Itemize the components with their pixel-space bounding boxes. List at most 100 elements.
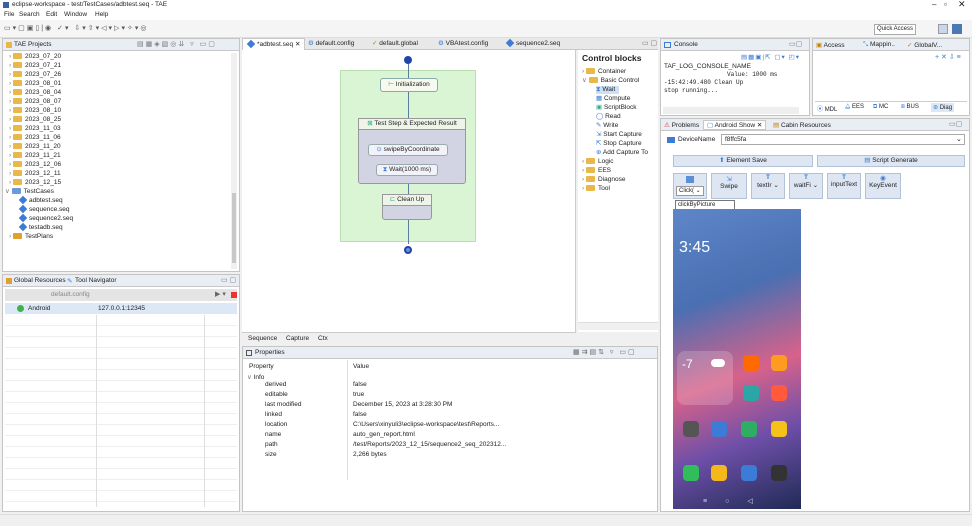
nav-bar[interactable]: ≡○◁ (703, 497, 771, 505)
editor-maximize-icon[interactable]: ▭ ▢ (642, 39, 657, 47)
messages-app-icon[interactable] (711, 465, 727, 481)
end-node[interactable] (404, 246, 412, 254)
tree-testplans[interactable]: › TestPlans (9, 233, 53, 241)
tab-mapping[interactable]: ⤡ Mappin.. (863, 41, 895, 49)
start-node[interactable] (404, 56, 412, 64)
console-toolbar-icons[interactable]: ▤▦▣|⇱ ▢▾ ◰▾ (741, 53, 800, 61)
console-hscroll[interactable] (663, 107, 799, 114)
tab-problems[interactable]: ⚠ Problems (664, 121, 699, 129)
projects-toolbar-icons[interactable]: ▤▦◈▧◎⇊ ▿ ▭▢ (137, 40, 217, 48)
calendar-app-icon[interactable] (771, 355, 787, 371)
minimize-icon[interactable]: – (932, 0, 936, 9)
control-read[interactable]: ◯ Read (596, 113, 621, 121)
prop-row[interactable]: name auto_gen_report.html (243, 431, 543, 439)
tree-file[interactable]: testadb.seq (18, 223, 63, 232)
tab-access[interactable]: ▣ Access (816, 41, 845, 49)
menu-window[interactable]: Window (64, 11, 87, 18)
toolbar-icons[interactable]: ▭▾▢▣▯|◉ ✓▾ ⇩▾⇧▾◁▾▷▾✧▾◎ (4, 24, 148, 32)
browser-app-icon[interactable] (741, 465, 757, 481)
tree-folder[interactable]: › 2023_08_01 (9, 80, 61, 88)
prop-row[interactable]: location C:\Users\xinyuli3\eclipse-worksp… (243, 421, 543, 429)
perspective-tae-icon[interactable] (952, 24, 962, 34)
tab-adbtest[interactable]: *adbtest.seq ✕ (242, 38, 306, 50)
tool-click[interactable]: Click( ⌄ (673, 173, 707, 199)
swipe-block[interactable]: ⊙ swipeByCoordinate (368, 144, 448, 156)
prop-row[interactable]: size 2,266 bytes (243, 451, 543, 459)
device-row[interactable]: Android 127.0.0.1:12345 (5, 303, 237, 314)
tab-globalv[interactable]: ✓ GlobalV... (907, 41, 942, 49)
cleanup-header[interactable]: ⊏ Clean Up (382, 194, 432, 206)
control-stop-capture[interactable]: ⇱ Stop Capture (596, 140, 642, 148)
tab-ees[interactable]: ⧋ EES (845, 104, 864, 111)
tab-global-resources[interactable]: Global Resources (14, 277, 66, 284)
menu-file[interactable]: File (4, 11, 14, 18)
control-tool[interactable]: › Tool (582, 185, 610, 193)
tree-folder[interactable]: › 2023_12_11 (9, 170, 61, 178)
compass-app-icon[interactable] (711, 421, 727, 437)
control-write[interactable]: ✎ Write (596, 122, 618, 130)
prop-row[interactable]: last modified December 15, 2023 at 3:28:3… (243, 401, 543, 409)
tab-capture[interactable]: Capture (286, 335, 309, 342)
view-menu-icon[interactable]: ▭ ▢ (221, 276, 236, 284)
tab-cabin[interactable]: ▤ Cabin Resources (773, 121, 831, 129)
tool-wait[interactable]: TwaitFi ⌄ (789, 173, 823, 199)
step-header[interactable]: ⊠ Test Step & Expected Result (358, 118, 466, 130)
tree-folder[interactable]: › 2023_11_06 (9, 134, 61, 142)
prop-row[interactable]: linked false (243, 411, 543, 419)
security-app-icon[interactable] (741, 421, 757, 437)
tab-ctx[interactable]: Ctx (318, 335, 328, 342)
tab-sequence2[interactable]: sequence2.seq (502, 38, 564, 50)
run-icon[interactable]: ▶ ▾ (215, 290, 226, 298)
tree-testcases[interactable]: ∨ TestCases (5, 188, 54, 196)
menu-edit[interactable]: Edit (46, 11, 57, 18)
tree-folder[interactable]: › 2023_11_03 (9, 125, 61, 133)
tree-folder[interactable]: › 2023_08_10 (9, 107, 61, 115)
editor-app-icon[interactable] (771, 421, 787, 437)
tree-folder[interactable]: › 2023_07_20 (9, 53, 61, 61)
tab-vbatest[interactable]: ⚙ VBAtest.config (434, 38, 492, 50)
tree-folder[interactable]: › 2023_08_07 (9, 98, 61, 106)
tool-text[interactable]: TtextIr ⌄ (751, 173, 785, 199)
console-tab[interactable]: Console (674, 41, 698, 48)
prop-row[interactable]: derived false (243, 381, 543, 389)
control-add-capture[interactable]: ⊕ Add Capture To (596, 149, 648, 157)
control-compute[interactable]: ▦ Compute (596, 95, 630, 103)
phone-screen[interactable]: 3:45 -7 ≡○◁ (673, 209, 801, 509)
mi-app-icon[interactable] (743, 355, 759, 371)
control-logic[interactable]: › Logic (582, 158, 614, 166)
tree-folder[interactable]: › 2023_07_26 (9, 71, 61, 79)
tab-diag[interactable]: ⊛ Diag (931, 103, 955, 112)
control-diagnose[interactable]: › Diagnose (582, 176, 625, 184)
config-name[interactable]: default.config (51, 291, 90, 298)
menu-search[interactable]: Search (19, 11, 40, 18)
tab-default-global[interactable]: ✓ default.global (368, 38, 422, 50)
android-window-icons[interactable]: ▭▢ (949, 120, 962, 128)
tree-file[interactable]: adbtest.seq (18, 196, 63, 205)
tab-android-show[interactable]: ▢ Android Show ✕ (703, 120, 767, 130)
access-toolbar-icons[interactable]: + ✕ ⇩ ≡ (935, 53, 961, 61)
tree-folder[interactable]: › 2023_12_15 (9, 179, 61, 187)
click-select[interactable]: Click( ⌄ (676, 186, 704, 196)
init-block[interactable]: ⊢ Initialization (380, 78, 438, 92)
close-icon[interactable]: ✕ (958, 0, 966, 10)
phone-app-icon[interactable] (683, 465, 699, 481)
tree-file[interactable]: sequence.seq (18, 205, 69, 214)
tool-keyevent[interactable]: ◉ KeyEvent (865, 173, 901, 199)
settings-app-icon[interactable] (683, 421, 699, 437)
gallery-app-icon[interactable] (743, 385, 759, 401)
quick-access-input[interactable]: Quick Access (874, 24, 916, 35)
prop-row[interactable]: editable true (243, 391, 543, 399)
prop-row[interactable]: path/test/Reports/2023_12_15/sequence2_s… (243, 441, 543, 449)
tree-folder[interactable]: › 2023_11_20 (9, 143, 61, 151)
tree-folder[interactable]: › 2023_08_04 (9, 89, 61, 97)
notes-app-icon[interactable] (771, 385, 787, 401)
tab-default-config[interactable]: ⚙ default.config (304, 38, 358, 50)
control-container[interactable]: › Container (582, 68, 626, 76)
tree-folder[interactable]: › 2023_07_21 (9, 62, 61, 70)
maximize-icon[interactable]: ▫ (944, 0, 947, 9)
info-group[interactable]: ∨ Info (247, 373, 264, 381)
wait-block[interactable]: ⧗ Wait(1000 ms) (376, 164, 438, 176)
control-ees[interactable]: › EES (582, 167, 611, 175)
device-select[interactable]: f8ffc5fa ⌄ (721, 134, 965, 145)
projects-scrollbar[interactable] (231, 53, 237, 269)
